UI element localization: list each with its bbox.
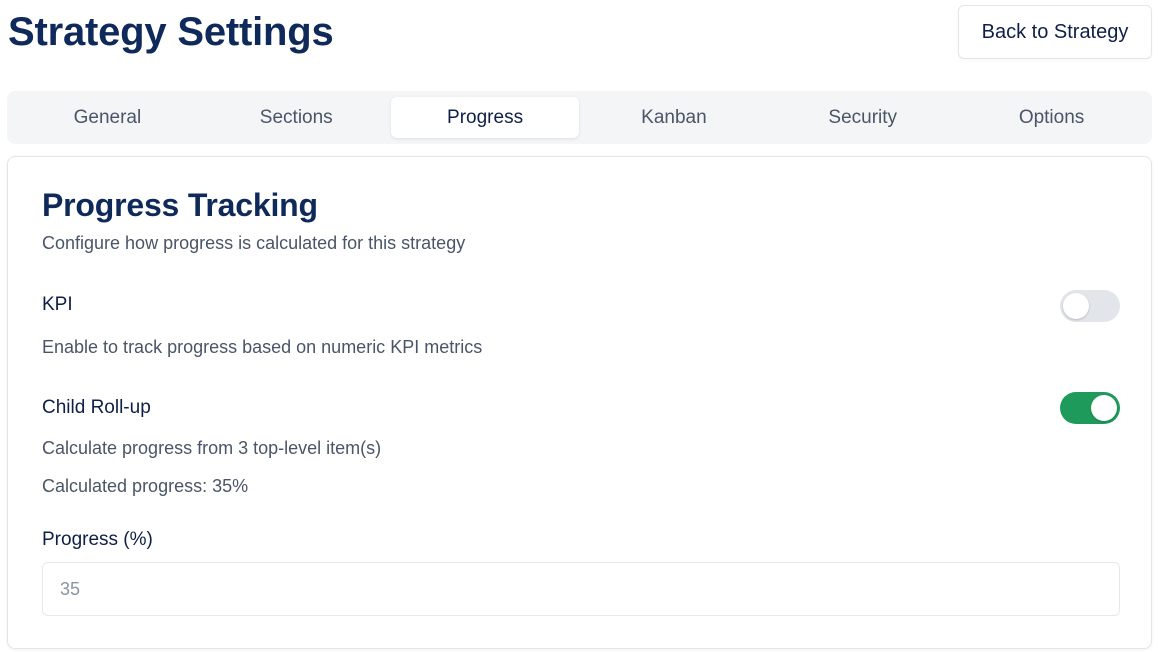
toggle-knob	[1091, 395, 1117, 421]
toggle-knob	[1063, 293, 1089, 319]
panel-title: Progress Tracking	[42, 187, 318, 223]
kpi-description: Enable to track progress based on numeri…	[42, 337, 483, 357]
panel-subtitle: Configure how progress is calculated for…	[42, 233, 466, 253]
tab-sections[interactable]: Sections	[202, 97, 391, 138]
progress-field-label: Progress (%)	[42, 529, 153, 550]
tab-kanban[interactable]: Kanban	[579, 97, 768, 138]
back-to-strategy-button[interactable]: Back to Strategy	[958, 5, 1152, 59]
tab-progress[interactable]: Progress	[390, 97, 580, 138]
child-rollup-toggle[interactable]	[1060, 392, 1120, 424]
kpi-toggle[interactable]	[1060, 290, 1120, 322]
kpi-label: KPI	[42, 294, 73, 315]
child-rollup-label: Child Roll-up	[42, 397, 151, 418]
calculated-progress-text: Calculated progress: 35%	[42, 476, 249, 496]
tab-security[interactable]: Security	[768, 97, 957, 138]
settings-tabs: General Sections Progress Kanban Securit…	[7, 91, 1152, 144]
tab-general[interactable]: General	[13, 97, 202, 138]
progress-settings-card: Progress Tracking Configure how progress…	[7, 156, 1152, 649]
page-title: Strategy Settings	[8, 10, 334, 54]
progress-input[interactable]	[42, 562, 1120, 616]
child-rollup-description: Calculate progress from 3 top-level item…	[42, 438, 382, 458]
tab-options[interactable]: Options	[957, 97, 1146, 138]
